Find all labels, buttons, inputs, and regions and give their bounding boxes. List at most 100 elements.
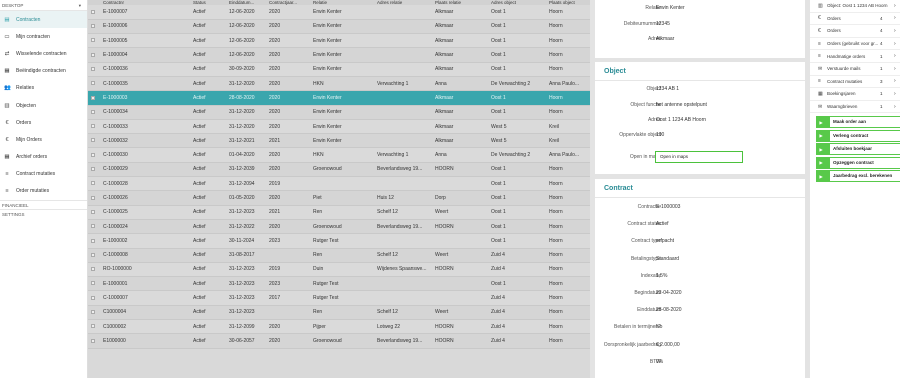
- table-row[interactable]: C-1000025 Actief 31-12-2023 2021 Ren Schelf 1…: [88, 205, 590, 220]
- table-row[interactable]: C-1000032 Actief 31-12-2021 2021 Erwin Kente…: [88, 133, 590, 149]
- sidebar-item-mijn-orders[interactable]: € Mijn Orders: [0, 131, 87, 148]
- action-button-verleng-contract[interactable]: ▶ Verleng contract: [816, 129, 900, 142]
- action-item[interactable]: ≡ Handmatige orders 1 ›: [810, 50, 900, 63]
- row-checkbox[interactable]: [91, 124, 95, 129]
- contract-field: Betalingstype Standaard: [595, 256, 805, 268]
- sidebar-item-wisselende-contracten[interactable]: ⇄ Wisselende contracten: [0, 45, 87, 62]
- sidebar-section-settings[interactable]: SETTINGS: [0, 209, 87, 218]
- table-cell: West 5: [488, 133, 546, 149]
- row-select-cell: [88, 76, 100, 92]
- table-cell: 2020: [266, 147, 310, 163]
- table-row[interactable]: C-1000007 Actief 31-12-2023 2017 Rutger Test…: [88, 290, 590, 306]
- table-cell: Groenowoud: [310, 162, 374, 178]
- row-checkbox[interactable]: [91, 181, 95, 186]
- table-row[interactable]: C1000004 Actief 31-12-2023 Ren Schelf 12 Weer…: [88, 305, 590, 321]
- row-checkbox[interactable]: [91, 52, 95, 57]
- action-item[interactable]: € Orders 4 ›: [810, 13, 900, 26]
- table-row[interactable]: RO-1000000 Actief 31-12-2023 2019 Duin Wijden…: [88, 262, 590, 278]
- table-cell: C-1000007: [100, 290, 190, 306]
- row-checkbox[interactable]: [91, 67, 95, 71]
- action-item[interactable]: ✉ Verstuurde mails 1 ›: [810, 63, 900, 76]
- sidebar-item-contract-mutaties[interactable]: ≡ Contract mutaties: [0, 166, 87, 183]
- row-checkbox[interactable]: [91, 138, 95, 143]
- table-row[interactable]: C-1000030 Actief 01-04-2020 2020 HKN Verwacht…: [88, 147, 590, 163]
- table-row[interactable]: E-1000001 Actief 31-12-2023 2023 Rutger Test…: [88, 276, 590, 292]
- sidebar-item-contracten[interactable]: ▤ Contracten: [0, 11, 87, 29]
- row-checkbox[interactable]: [91, 281, 95, 286]
- row-checkbox[interactable]: [91, 324, 95, 329]
- sidebar-section-financieel[interactable]: FINANCIEEL: [0, 200, 87, 209]
- row-checkbox[interactable]: [91, 195, 95, 200]
- row-checkbox[interactable]: [91, 338, 95, 343]
- action-button-opzeggen-contract[interactable]: ▶ Opzeggen contract: [816, 156, 900, 169]
- sidebar-item-order-mutaties[interactable]: ≡ Order mutaties: [0, 183, 87, 200]
- row-checkbox[interactable]: [91, 167, 95, 172]
- action-count: 4: [880, 15, 883, 21]
- list-icon: ≡: [818, 78, 821, 85]
- row-checkbox[interactable]: [91, 310, 95, 315]
- object-field: Object functie het antenne opstelpunt: [595, 102, 805, 114]
- action-item[interactable]: ✉ Waarngbrieven 1 ›: [810, 101, 900, 114]
- sidebar-item-mijn-contracten[interactable]: ▭ Mijn contracten: [0, 28, 87, 45]
- sidebar-item-objecten[interactable]: ▥ Objecten: [0, 97, 87, 114]
- table-row[interactable]: E-1000002 Actief 30-11-2024 2023 Rutger Test…: [88, 233, 590, 249]
- row-checkbox[interactable]: [91, 152, 95, 157]
- row-checkbox[interactable]: [91, 38, 95, 43]
- table-row[interactable]: C-1000036 Actief 30-09-2020 2020 Erwin Kente…: [88, 62, 590, 77]
- table-cell: Alkmaar: [432, 5, 488, 20]
- row-checkbox[interactable]: [91, 238, 95, 243]
- sidebar-item-be-indigde-contracten[interactable]: ▦ Beëindigde contracten: [0, 63, 87, 80]
- row-checkbox[interactable]: [91, 95, 95, 100]
- table-row[interactable]: C-1000035 Actief 31-12-2020 2020 HKN Verwacht…: [88, 76, 590, 92]
- action-button-maak-order-aan[interactable]: ▶ Maak order aan: [816, 116, 900, 129]
- row-checkbox[interactable]: [91, 81, 95, 86]
- field-value: 1,5%: [656, 272, 668, 279]
- table-row[interactable]: E1000000 Actief 30-06-2057 2020 Groenowoud Be…: [88, 333, 590, 349]
- table-row[interactable]: C-1000028 Actief 31-12-2094 2019 Oost 1 Hoorn: [88, 176, 590, 192]
- action-item[interactable]: ≡ Contract mutaties 3 ›: [810, 76, 900, 89]
- field-label: Object functie: [630, 101, 661, 108]
- sidebar-section-desktop[interactable]: DESKTOP ▾: [0, 0, 87, 11]
- table-row[interactable]: E-1000004 Actief 12-06-2020 2020 Erwin Kente…: [88, 47, 590, 63]
- field-label: Debiteurnummer: [623, 20, 661, 27]
- row-checkbox[interactable]: [91, 109, 95, 114]
- row-checkbox[interactable]: [91, 9, 95, 14]
- table-row[interactable]: C-1000024 Actief 31-12-2022 2020 Groenowoud B…: [88, 219, 590, 235]
- table-cell: 12-06-2020: [226, 19, 266, 35]
- row-checkbox[interactable]: [91, 209, 95, 214]
- table-row[interactable]: E-1000007 Actief 12-06-2020 2020 Erwin Kente…: [88, 5, 590, 20]
- table-cell: C-1000036: [100, 62, 190, 77]
- action-button-afsluiten-boekjaar[interactable]: ▶ Afsluiten boekjaar: [816, 143, 900, 156]
- table-row[interactable]: C1000002 Actief 31-12-2099 2020 Pijper Lotweg…: [88, 319, 590, 335]
- table-row[interactable]: C-1000029 Actief 31-12-2039 2020 Groenowoud B…: [88, 162, 590, 178]
- play-icon: ▶: [819, 160, 823, 166]
- table-cell: [374, 5, 432, 20]
- row-select-cell: [88, 162, 100, 178]
- sidebar-item-relaties[interactable]: 👥 Relaties: [0, 80, 87, 97]
- row-checkbox[interactable]: [91, 224, 95, 229]
- row-checkbox[interactable]: [91, 252, 95, 257]
- action-button-jaarbedrag-excl-berekenen[interactable]: ▶ Jaarbedrag excl. berekenen: [816, 170, 900, 183]
- action-item[interactable]: ▦ Boekingsjaren 1 ›: [810, 88, 900, 101]
- row-checkbox[interactable]: [91, 295, 95, 300]
- table-row[interactable]: E-1000003 Actief 28-08-2020 2020 Erwin Kente…: [88, 90, 590, 106]
- table-cell: E-1000005: [100, 33, 190, 49]
- table-row[interactable]: C-1000034 Actief 31-12-2020 2020 Erwin Kente…: [88, 105, 590, 120]
- sidebar-item-orders[interactable]: € Orders: [0, 114, 87, 131]
- row-checkbox[interactable]: [91, 24, 95, 29]
- table-row[interactable]: E-1000006 Actief 12-06-2020 2020 Erwin Kente…: [88, 19, 590, 35]
- table-row[interactable]: C-1000033 Actief 31-12-2020 2020 Erwin Kente…: [88, 119, 590, 135]
- sidebar-item-archief-orders[interactable]: ▦ Archief orders: [0, 149, 87, 166]
- table-row[interactable]: E-1000005 Actief 12-06-2020 2020 Erwin Kente…: [88, 33, 590, 49]
- inbox-icon: ▭: [4, 33, 10, 40]
- table-cell: C-1000033: [100, 119, 190, 135]
- action-item[interactable]: ▥ Object: Oost 1 1234 AB Hoorn ›: [810, 0, 900, 13]
- table-cell: Alkmaar: [432, 133, 488, 149]
- table-cell: [374, 133, 432, 149]
- open-in-maps-button[interactable]: Open in maps: [655, 151, 743, 163]
- table-row[interactable]: C-1000008 Actief 31-08-2017 Ren Schelf 12 Wee…: [88, 248, 590, 263]
- action-item[interactable]: ≡ Orders (gebruikt voor gr... 4 ›: [810, 38, 900, 51]
- table-row[interactable]: C-1000026 Actief 01-05-2020 2020 Piet Huis 12…: [88, 190, 590, 206]
- action-item[interactable]: € Orders 4 ›: [810, 25, 900, 38]
- row-checkbox[interactable]: [91, 267, 95, 272]
